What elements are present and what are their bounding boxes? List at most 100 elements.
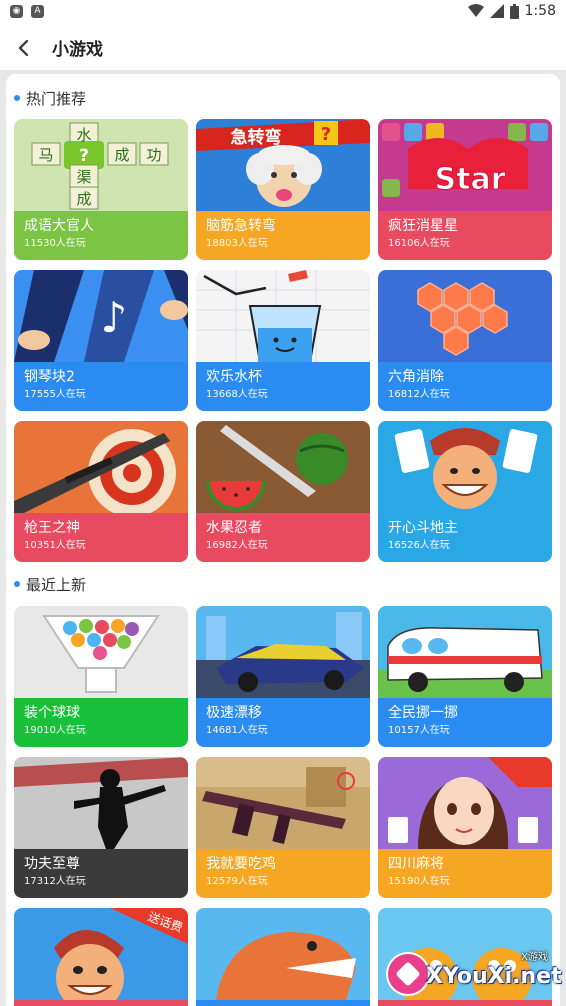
idiom-game-image: 水 马 ? 成 功 渠 成 (14, 119, 188, 211)
game-name: 枪王之神 (24, 520, 80, 536)
new-games-grid: 装个球球 19010人在玩 极速漂移 14681人在玩 全民挪一挪 10157人… (14, 606, 552, 1006)
game-label: 装个球球 19010人在玩 (14, 698, 188, 747)
game-label: 成语大官人 11530人在玩 (14, 211, 188, 260)
drift-game-image (196, 606, 370, 698)
player-count: 11530人在玩 (24, 238, 86, 249)
mahjong-image (378, 757, 552, 849)
game-thumbnail (196, 270, 370, 362)
game-card[interactable]: 开心斗地主 16526人在玩 (378, 421, 552, 562)
kungfu-image (14, 757, 188, 849)
game-name: 全民挪一挪 (388, 705, 458, 721)
fruit-ninja-image (196, 421, 370, 513)
player-count: 12579人在玩 (206, 876, 268, 887)
player-count: 15190人在玩 (388, 876, 450, 887)
game-name: 我就要吃鸡 (206, 856, 276, 872)
game-thumbnail (196, 757, 370, 849)
watermark-text: XYouXi.net (426, 964, 562, 989)
section-title-text: 热门推荐 (26, 89, 87, 108)
game-card[interactable]: 急转弯 ? 脑筋急转弯 18803人在玩 (196, 119, 370, 260)
game-card[interactable]: 送话费 (14, 908, 188, 1006)
svg-text:急转弯: 急转弯 (231, 127, 282, 148)
game-name: 成语大官人 (24, 218, 94, 234)
game-name: 装个球球 (24, 705, 80, 721)
gun-game-image (14, 421, 188, 513)
game-image: 送话费 (14, 908, 188, 1000)
star-game-image: Star (378, 119, 552, 211)
game-card[interactable]: 枪王之神 10351人在玩 (14, 421, 188, 562)
game-label: 我就要吃鸡 12579人在玩 (196, 849, 370, 898)
game-card[interactable]: ♪ 钢琴块2 17555人在玩 (14, 270, 188, 411)
svg-text:成: 成 (76, 190, 91, 208)
games-panel: 热门推荐 水 马 ? 成 功 渠 成 成语大官人 11530人在玩 急转弯 ? … (6, 74, 560, 1006)
game-card[interactable]: 极速漂移 14681人在玩 (196, 606, 370, 747)
game-card[interactable]: 全民挪一挪 10157人在玩 (378, 606, 552, 747)
player-count: 18803人在玩 (206, 238, 268, 249)
game-card[interactable] (196, 908, 370, 1006)
game-card[interactable]: 功夫至尊 17312人在玩 (14, 757, 188, 898)
player-count: 14681人在玩 (206, 725, 268, 736)
game-label: 疯狂消星星 16106人在玩 (378, 211, 552, 260)
svg-text:马: 马 (38, 146, 53, 164)
game-card[interactable]: 我就要吃鸡 12579人在玩 (196, 757, 370, 898)
game-name: 极速漂移 (206, 705, 262, 721)
game-name: 钢琴块2 (24, 369, 75, 385)
brain-teaser-image: 急转弯 ? (196, 119, 370, 211)
game-card[interactable]: 水果忍者 16982人在玩 (196, 421, 370, 562)
game-label: 水果忍者 16982人在玩 (196, 513, 370, 562)
player-count: 13668人在玩 (206, 389, 268, 400)
watermark-small-text: X游戏 (521, 952, 548, 963)
doudizhu-image (378, 421, 552, 513)
game-label: 六角消除 16812人在玩 (378, 362, 552, 411)
game-card[interactable]: 水 马 ? 成 功 渠 成 成语大官人 11530人在玩 (14, 119, 188, 260)
watermark-logo-icon (388, 954, 428, 994)
bullet-dot (14, 95, 20, 101)
app-bar: 小游戏 (0, 26, 566, 70)
status-right: 1:58 (467, 3, 556, 19)
game-label: 四川麻将 15190人在玩 (378, 849, 552, 898)
svg-text:Star: Star (435, 162, 506, 197)
game-label (378, 1000, 552, 1006)
game-name: 水果忍者 (206, 520, 262, 536)
game-thumbnail: ♪ (14, 270, 188, 362)
player-count: 10351人在玩 (24, 540, 86, 551)
player-count: 16526人在玩 (388, 540, 450, 551)
game-card[interactable]: 四川麻将 15190人在玩 (378, 757, 552, 898)
game-name: 开心斗地主 (388, 520, 458, 536)
player-count: 17555人在玩 (24, 389, 86, 400)
signal-icon (489, 4, 504, 18)
game-card[interactable]: Star 疯狂消星星 16106人在玩 (378, 119, 552, 260)
svg-text:水: 水 (76, 126, 91, 144)
game-name: 四川麻将 (388, 856, 444, 872)
status-bar: ◉ A 1:58 (0, 0, 566, 26)
game-thumbnail (14, 757, 188, 849)
clock: 1:58 (524, 3, 556, 19)
game-thumbnail: 送话费 (14, 908, 188, 1000)
wifi-icon (467, 4, 484, 17)
game-label: 枪王之神 10351人在玩 (14, 513, 188, 562)
section-title-new: 最近上新 (14, 574, 86, 594)
game-label: 功夫至尊 17312人在玩 (14, 849, 188, 898)
game-card[interactable]: 六角消除 16812人在玩 (378, 270, 552, 411)
game-label: 极速漂移 14681人在玩 (196, 698, 370, 747)
watermark: X游戏 XYouXi.net (388, 948, 562, 1000)
player-count: 16106人在玩 (388, 238, 450, 249)
battery-icon (509, 3, 519, 19)
game-thumbnail: Star (378, 119, 552, 211)
game-label (196, 1000, 370, 1006)
game-name: 脑筋急转弯 (206, 218, 276, 234)
game-thumbnail: 急转弯 ? (196, 119, 370, 211)
game-name: 功夫至尊 (24, 856, 80, 872)
ball-game-image (14, 606, 188, 698)
content-area[interactable]: 热门推荐 水 马 ? 成 功 渠 成 成语大官人 11530人在玩 急转弯 ? … (0, 70, 566, 1006)
game-label (14, 1000, 188, 1006)
a-icon: A (31, 5, 44, 18)
game-label: 脑筋急转弯 18803人在玩 (196, 211, 370, 260)
arrow-left-icon[interactable] (12, 34, 36, 62)
game-card[interactable]: 装个球球 19010人在玩 (14, 606, 188, 747)
game-card[interactable]: 欢乐水杯 13668人在玩 (196, 270, 370, 411)
game-name: 欢乐水杯 (206, 369, 262, 385)
section-title-text: 最近上新 (26, 575, 87, 594)
page-title: 小游戏 (52, 40, 103, 60)
status-left-icons: ◉ A (10, 5, 44, 18)
svg-text:♪: ♪ (101, 293, 128, 342)
